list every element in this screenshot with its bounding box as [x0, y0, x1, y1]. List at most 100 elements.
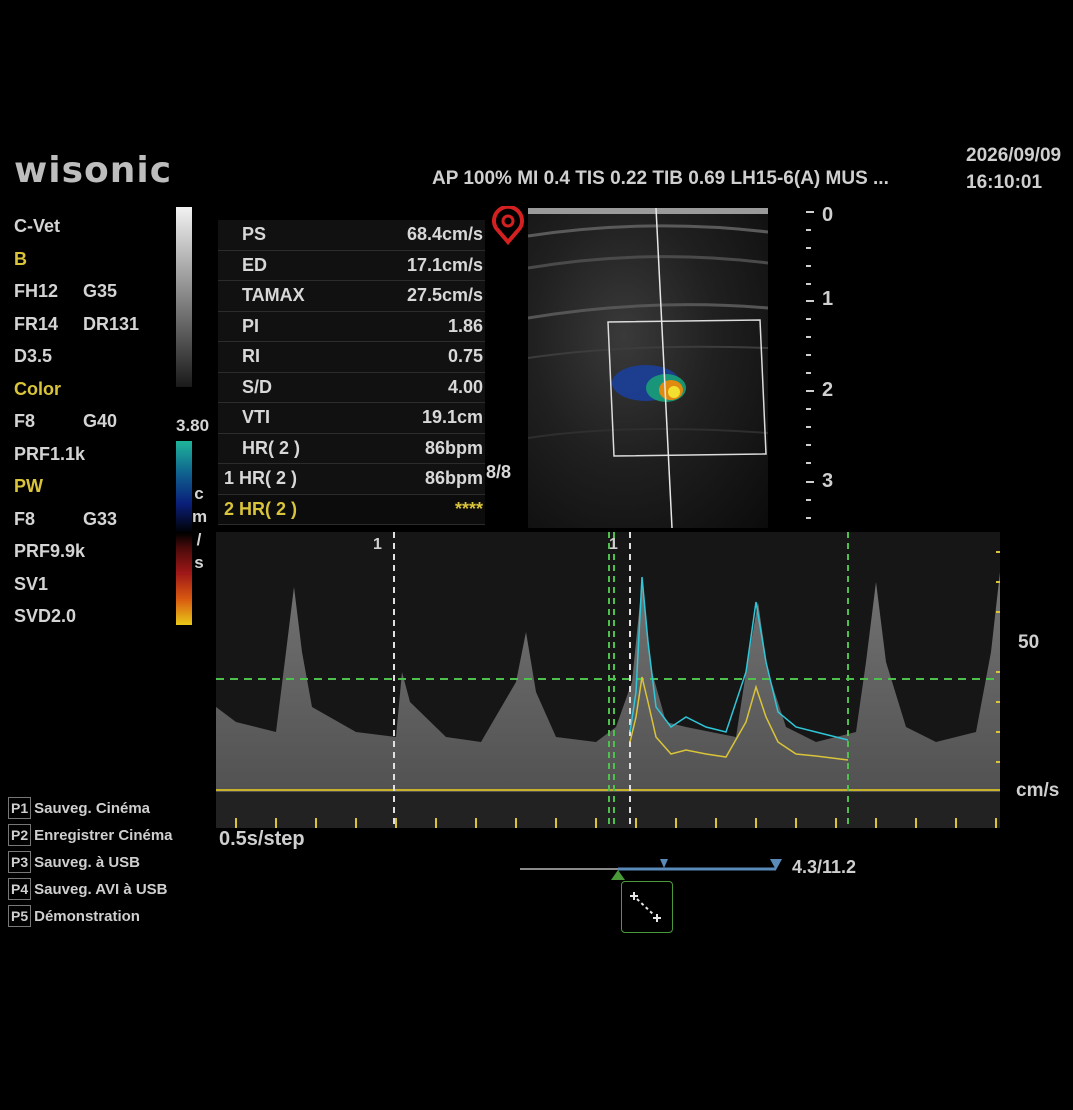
- param-row: SVD2.0: [14, 600, 152, 633]
- b-mode-image[interactable]: [528, 208, 768, 528]
- param: F8: [14, 508, 36, 529]
- caliper-icon: [630, 892, 661, 922]
- app-mode: C-Vet: [14, 216, 61, 236]
- param: DR131: [83, 313, 140, 334]
- velocity-unit: cm/s: [1016, 780, 1060, 801]
- param: G35: [83, 281, 118, 301]
- measurement-row[interactable]: RI 0.75: [218, 342, 485, 373]
- cine-frame-counter: 4.3/11.2: [792, 857, 857, 877]
- param: FH12: [14, 281, 59, 301]
- measurement-value: ****: [454, 498, 483, 519]
- measurement-value: 1.86: [447, 315, 483, 336]
- preset-item[interactable]: P4 Sauveg. AVI à USB: [8, 878, 173, 905]
- imaging-parameters: C-Vet B FH12 G35 FR14 DR131 D3.5 Color F8 G…: [14, 210, 152, 633]
- acoustic-params: AP 100% MI 0.4 TIS 0.22 TIB 0.69 LH15-6(…: [432, 168, 889, 189]
- measurement-label: 2 HR( 2 ): [224, 498, 298, 519]
- cine-start-marker[interactable]: [660, 859, 668, 868]
- param: PRF1.1k: [14, 443, 86, 464]
- unit-letter: c: [194, 484, 204, 503]
- param-row: F8 G40: [14, 405, 152, 438]
- measurement-value: 19.1cm: [421, 407, 483, 427]
- measurement-value: 86bpm: [424, 437, 483, 458]
- param-row: D3.5: [14, 340, 152, 373]
- measurement-row[interactable]: S/D 4.00: [218, 372, 485, 403]
- color-mode-label: Color: [14, 378, 61, 399]
- preset-list: P1 Sauveg. Cinéma P2 Enregistrer Cinéma P3…: [8, 797, 173, 932]
- color-scale-max: 3.80: [176, 416, 210, 435]
- depth-label: 0: [822, 204, 834, 226]
- measurement-row[interactable]: ED 17.1cm/s: [218, 250, 485, 281]
- sweep-speed: 0.5s/step: [219, 828, 305, 850]
- cycle-marker: 1: [373, 536, 382, 553]
- measurement-label: ED: [242, 254, 268, 275]
- measurement-label: PS: [242, 224, 267, 244]
- preset-item[interactable]: P2 Enregistrer Cinéma: [8, 824, 173, 851]
- measurement-row[interactable]: PS 68.4cm/s: [218, 220, 485, 251]
- measurement-label: HR( 2 ): [242, 437, 300, 458]
- cycle-marker: 1: [609, 536, 618, 553]
- preset-item[interactable]: P5 Démonstration: [8, 905, 173, 932]
- datetime: 2026/09/09 16:10:01: [966, 142, 1061, 196]
- param: SV1: [14, 573, 49, 594]
- color-scale-unit: c m / s: [192, 482, 208, 574]
- measurement-value: 27.5cm/s: [406, 285, 483, 305]
- param: G40: [83, 411, 118, 431]
- measurement-count: 8/8: [486, 462, 512, 482]
- preset-key: P3: [8, 851, 32, 873]
- measurement-table: PS 68.4cm/s ED 17.1cm/s TAMAX 27.5cm/s PI 1.…: [218, 220, 485, 525]
- caliper-tool-button[interactable]: [621, 881, 673, 933]
- param: G33: [83, 508, 118, 529]
- doppler-spectrum[interactable]: [216, 532, 1000, 828]
- preset-item[interactable]: P1 Sauveg. Cinéma: [8, 797, 173, 824]
- param: FR14: [14, 313, 59, 334]
- param: SVD2.0: [14, 606, 77, 626]
- preset-label: Enregistrer Cinéma: [34, 827, 173, 844]
- measurement-value: 68.4cm/s: [406, 224, 483, 244]
- measurement-row[interactable]: HR( 2 ) 86bpm: [218, 433, 485, 464]
- measurement-label: RI: [242, 346, 260, 366]
- measurement-value: 4.00: [447, 376, 483, 397]
- measurement-row[interactable]: TAMAX 27.5cm/s: [218, 281, 485, 312]
- param: F8: [14, 411, 36, 431]
- preset-label: Sauveg. Cinéma: [34, 800, 151, 817]
- color-velocity-bar: [176, 441, 192, 625]
- depth-label: 1: [822, 288, 834, 310]
- param-row: SV1: [14, 568, 152, 601]
- measurement-value: 17.1cm/s: [406, 254, 483, 275]
- param-row: PRF1.1k: [14, 438, 152, 471]
- cine-position-marker[interactable]: [611, 870, 625, 880]
- measurement-value: 86bpm: [424, 468, 483, 488]
- preset-label: Sauveg. à USB: [34, 854, 140, 871]
- date: 2026/09/09: [966, 145, 1062, 166]
- measurement-row[interactable]: PI 1.86: [218, 311, 485, 342]
- b-mode-label: B: [14, 248, 27, 269]
- measurement-label: PI: [242, 315, 260, 336]
- preset-key: P2: [8, 824, 32, 846]
- measurement-value: 0.75: [447, 346, 483, 366]
- measurement-row[interactable]: 1 HR( 2 ) 86bpm: [218, 464, 485, 495]
- unit-letter: m: [192, 507, 208, 526]
- measurement-row-active[interactable]: 2 HR( 2 ) ****: [218, 494, 485, 525]
- velocity-scale-label: 50: [1018, 632, 1040, 653]
- unit-letter: /: [196, 530, 202, 549]
- brand-logo: wisonic: [14, 150, 173, 191]
- param-row: FR14 DR131: [14, 308, 152, 341]
- preset-key: P5: [8, 905, 32, 927]
- measurement-label: VTI: [242, 407, 271, 427]
- probe-orientation-icon: [492, 206, 524, 246]
- param: D3.5: [14, 346, 53, 366]
- depth-label: 3: [822, 470, 834, 492]
- measurement-label: 1 HR( 2 ): [224, 468, 298, 488]
- depth-label: 2: [822, 379, 834, 401]
- preset-item[interactable]: P3 Sauveg. à USB: [8, 851, 173, 878]
- pw-mode-label: PW: [14, 476, 43, 496]
- spectrum-trace: [216, 532, 1000, 828]
- cine-timeline[interactable]: [518, 856, 788, 882]
- measurement-row[interactable]: VTI 19.1cm: [218, 403, 485, 434]
- preset-label: Sauveg. AVI à USB: [34, 881, 168, 898]
- param: PRF9.9k: [14, 541, 86, 561]
- param-row: FH12 G35: [14, 275, 152, 308]
- param-row: F8 G33: [14, 503, 152, 536]
- time: 16:10:01: [966, 172, 1043, 193]
- depth-scale: [806, 211, 814, 519]
